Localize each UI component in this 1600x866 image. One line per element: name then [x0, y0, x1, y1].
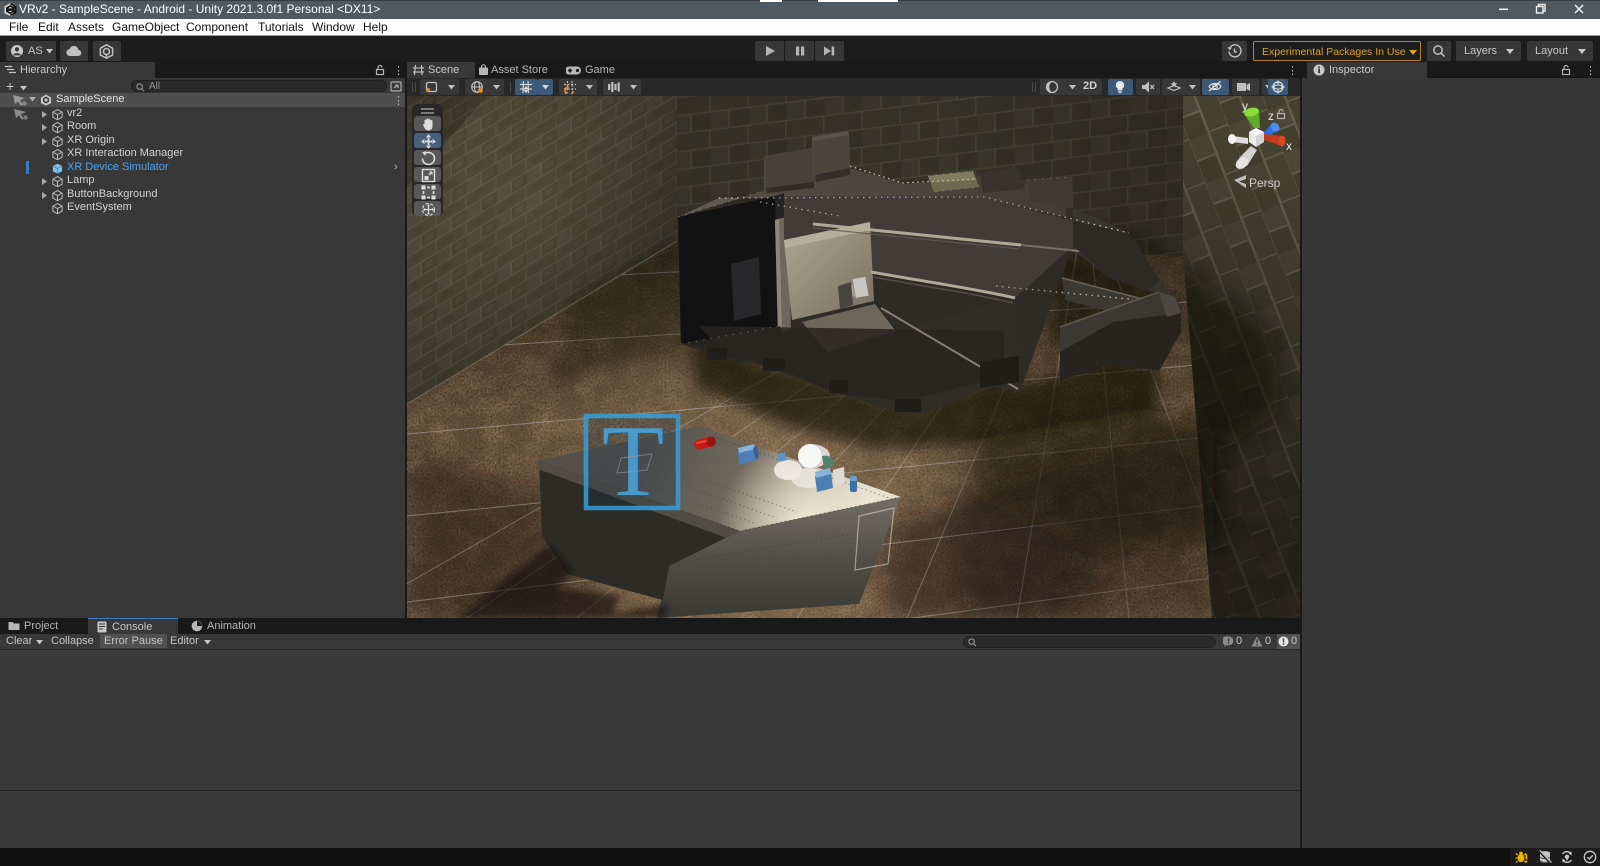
svg-text:z: z — [1268, 109, 1274, 123]
svg-text:T: T — [602, 405, 664, 518]
svg-text:x: x — [1286, 139, 1292, 153]
svg-text:y: y — [1242, 99, 1248, 113]
svg-text:Persp: Persp — [1249, 176, 1281, 190]
